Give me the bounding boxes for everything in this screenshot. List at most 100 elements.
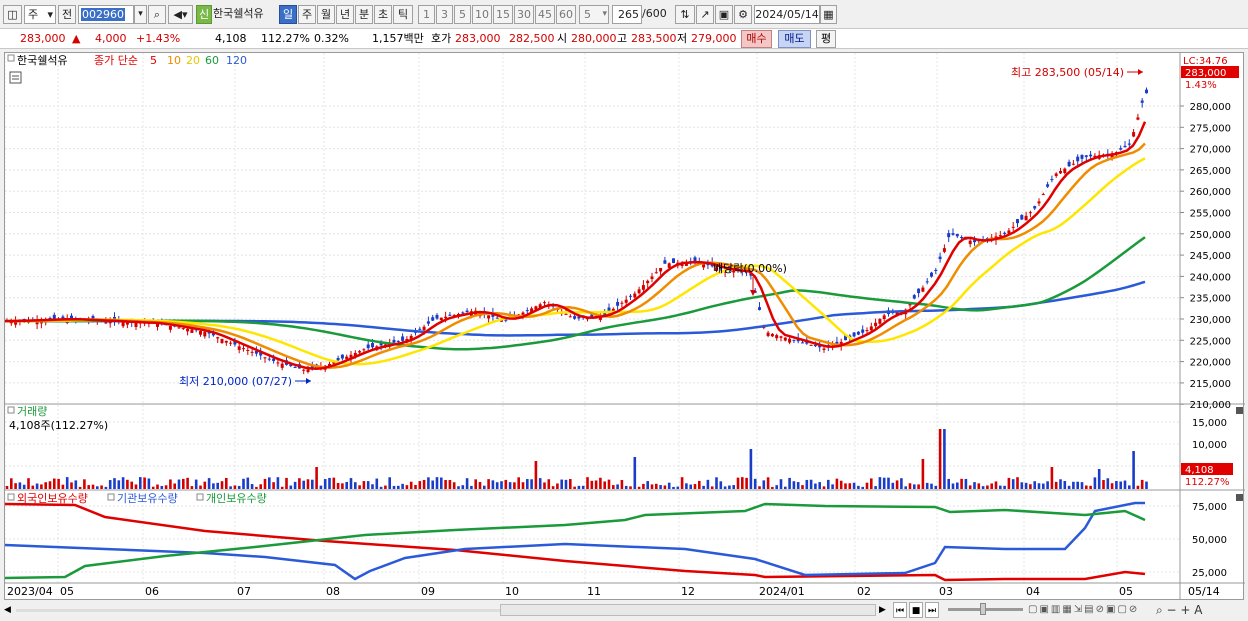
quote-volume: 4,108 bbox=[215, 32, 247, 45]
candle-body bbox=[775, 335, 779, 339]
period-tick[interactable]: 틱 bbox=[393, 5, 413, 24]
holding-panel-close-icon[interactable] bbox=[1236, 494, 1243, 501]
candle-body bbox=[1059, 171, 1062, 174]
low-label: 저 bbox=[677, 32, 688, 45]
count-input[interactable]: 265 bbox=[612, 5, 642, 24]
period-minute[interactable]: 분 bbox=[355, 5, 373, 24]
eval-button[interactable]: 평 bbox=[816, 30, 836, 48]
buy-button[interactable]: 매수 bbox=[741, 30, 772, 48]
volume-bar bbox=[930, 483, 933, 489]
volume-bar bbox=[1063, 481, 1067, 489]
candle-body bbox=[779, 336, 783, 338]
volume-bar bbox=[921, 459, 925, 489]
candle-body bbox=[1140, 100, 1144, 103]
table-toggle-icon[interactable] bbox=[9, 71, 22, 84]
volume-bar bbox=[925, 482, 929, 489]
volume-current-pct: 112.27% bbox=[1185, 477, 1230, 488]
interval-select[interactable]: 5 ▾ bbox=[579, 5, 609, 24]
save-icon[interactable]: ▣ bbox=[715, 5, 733, 24]
calendar-icon[interactable]: ▦ bbox=[820, 5, 837, 24]
gear-icon[interactable]: ⚙ bbox=[734, 5, 752, 24]
volume-bar bbox=[427, 477, 430, 489]
dividend-annotation: 배당락(0.00%) bbox=[713, 262, 787, 275]
period-year[interactable]: 년 bbox=[336, 5, 354, 24]
volume-bar bbox=[710, 486, 714, 489]
chart-scrollbar[interactable]: ◀ ▶ ⏮ ■ ⏭ ▢▣▥▦⇲▤⊘▣▢⊘ ⌕ − + A bbox=[0, 600, 1248, 621]
high-annotation: 최고 283,500 (05/14) bbox=[1011, 66, 1124, 79]
candle-body bbox=[362, 349, 366, 351]
candle-body bbox=[1033, 206, 1037, 209]
prev-button[interactable]: 전 bbox=[58, 5, 76, 24]
search-icon[interactable]: ⌕ bbox=[148, 5, 166, 24]
interval-15[interactable]: 15 bbox=[493, 5, 513, 24]
ma20-legend: 20 bbox=[186, 54, 200, 67]
interval-60[interactable]: 60 bbox=[556, 5, 576, 24]
volume-bar bbox=[500, 481, 503, 489]
volume-bar bbox=[887, 477, 890, 489]
interval-5[interactable]: 5 bbox=[454, 5, 471, 24]
speaker-icon[interactable]: ◀▾ bbox=[168, 5, 193, 24]
candle-body bbox=[672, 258, 675, 264]
stock-chart[interactable]: 280,000 275,000 270,000 265,000 260,000 255,0… bbox=[4, 53, 1245, 601]
rewind-icon[interactable]: ⏮ bbox=[893, 602, 907, 618]
volume-bar bbox=[560, 479, 563, 489]
zoom-handle[interactable] bbox=[980, 603, 986, 615]
x-axis-label: 12 bbox=[681, 585, 695, 598]
volume-bar bbox=[315, 467, 318, 489]
quote-bar: 283,000 ▲ 4,000 +1.43% 4,108 112.27% 0.3… bbox=[0, 29, 1248, 49]
volume-bar bbox=[345, 481, 348, 489]
candle-body bbox=[168, 325, 172, 330]
volume-bar bbox=[1089, 485, 1092, 489]
interval-10[interactable]: 10 bbox=[472, 5, 492, 24]
interval-1[interactable]: 1 bbox=[418, 5, 435, 24]
volume-bar bbox=[177, 479, 181, 489]
layout-icon[interactable]: ◫ bbox=[3, 5, 22, 24]
volume-bar bbox=[349, 478, 353, 489]
candle-body bbox=[1080, 154, 1084, 159]
forward-icon[interactable]: ⏭ bbox=[925, 602, 939, 618]
market-select[interactable]: 주 ▾ bbox=[24, 5, 56, 24]
period-week[interactable]: 주 bbox=[298, 5, 316, 24]
volume-bar bbox=[470, 485, 473, 489]
chart-tool-icons[interactable]: ▢▣▥▦⇲▤⊘▣▢⊘ bbox=[1028, 602, 1148, 618]
volume-bar bbox=[182, 478, 185, 489]
period-second[interactable]: 초 bbox=[374, 5, 392, 24]
zoom-controls[interactable]: ⌕ − + A bbox=[1156, 602, 1246, 618]
scroll-right-icon[interactable]: ▶ bbox=[879, 602, 891, 618]
candle-body bbox=[246, 350, 250, 352]
interval-3[interactable]: 3 bbox=[436, 5, 453, 24]
date-input[interactable]: 2024/05/14 bbox=[754, 5, 820, 24]
volume-panel-close-icon[interactable] bbox=[1236, 407, 1243, 414]
price-tick-label: 255,000 bbox=[1190, 209, 1231, 220]
volume-bar bbox=[250, 484, 254, 489]
volume-bar bbox=[341, 483, 344, 489]
volume-bar bbox=[1080, 482, 1084, 489]
chevron-down-icon[interactable]: ▾ bbox=[134, 5, 147, 24]
volume-bar bbox=[212, 483, 215, 489]
volume-bar bbox=[968, 485, 972, 489]
chart-tools-icon[interactable]: ⇅ bbox=[675, 5, 695, 24]
interval-45[interactable]: 45 bbox=[535, 5, 555, 24]
candle-body bbox=[616, 301, 620, 306]
sell-button[interactable]: 매도 bbox=[778, 30, 811, 48]
candle-body bbox=[237, 346, 241, 350]
chart-area[interactable]: 280,000 275,000 270,000 265,000 260,000 255,0… bbox=[4, 52, 1245, 601]
stock-code-input[interactable]: 002960 bbox=[78, 5, 134, 24]
interval-30[interactable]: 30 bbox=[514, 5, 534, 24]
volume-bar bbox=[676, 486, 680, 489]
scroll-left-icon[interactable]: ◀ bbox=[4, 603, 16, 617]
volume-bar bbox=[108, 480, 112, 489]
volume-bar bbox=[913, 484, 916, 489]
volume-bar bbox=[27, 478, 30, 489]
volume-bar bbox=[667, 482, 671, 489]
period-day[interactable]: 일 bbox=[279, 5, 297, 24]
volume-bar bbox=[448, 480, 452, 489]
candle-body bbox=[444, 316, 448, 319]
period-month[interactable]: 월 bbox=[317, 5, 335, 24]
stop-icon[interactable]: ■ bbox=[909, 602, 923, 618]
candle-body bbox=[637, 289, 641, 294]
scroll-thumb[interactable] bbox=[500, 604, 876, 616]
draw-tool-icon[interactable]: ↗ bbox=[696, 5, 714, 24]
volume-bar bbox=[31, 485, 35, 489]
candle-body bbox=[856, 331, 860, 335]
